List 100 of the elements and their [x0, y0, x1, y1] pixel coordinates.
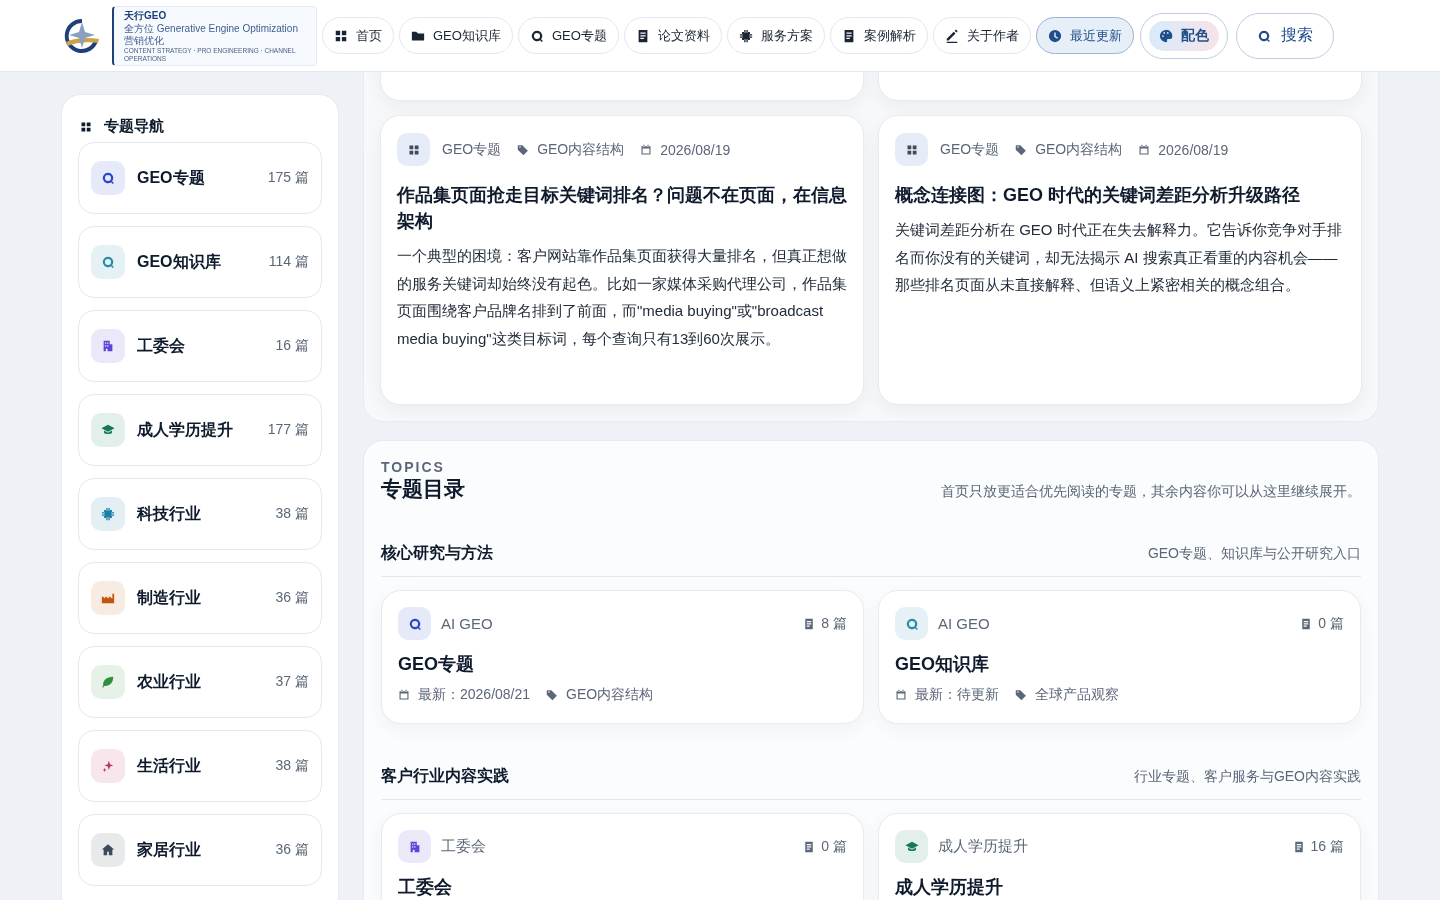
- topic-card[interactable]: 工委会 0 篇 工委会: [381, 813, 864, 900]
- sidebar-item[interactable]: 工委会 16 篇: [78, 310, 322, 382]
- article-count: 36 篇: [275, 589, 309, 607]
- sidebar-item[interactable]: GEO知识库 114 篇: [78, 226, 322, 298]
- sidebar-item[interactable]: 科技行业 38 篇: [78, 478, 322, 550]
- grid-icon: [905, 143, 918, 156]
- article-count: 177 篇: [267, 421, 309, 439]
- logo-name: 天行GEO: [124, 8, 168, 23]
- nav-tab[interactable]: 最近更新: [1035, 17, 1134, 54]
- article-card[interactable]: GEO专题 GEO内容结构 2026/08/19 作品集页面抢走目标关键词排名？问题不在页面，在信息架构 一个典型的困境：客户网站靠作品集页面获得大量排名，但真正想做的服务关键词却始终没有起色。比如一家媒体采购代理公司，作品集页面围绕客户品牌名排到了前面，而"media buying"或"broadcast media buying"这类目标词，每个查询只有13到60次展示。: [380, 115, 864, 405]
- palette-button[interactable]: 配色: [1139, 12, 1228, 59]
- topic-label: AI GEO: [441, 615, 493, 632]
- sidebar-item[interactable]: 农业行业 37 篇: [78, 646, 322, 718]
- group-title: 客户行业内容实践: [381, 766, 509, 786]
- article-excerpt: 关键词差距分析在 GEO 时代正在失去解释力。它告诉你竞争对手排名而你没有的关键词，却无法揭示 AI 搜索真正看重的内容机会——那些排名页面从未直接解释、但语义上紧密相关的概念组合。: [895, 220, 1343, 295]
- magnifier-icon: [529, 28, 544, 43]
- topic-name: 科技行业: [137, 503, 202, 524]
- calendar-icon: [640, 143, 653, 156]
- article-excerpt: 一个典型的困境：客户网站靠作品集页面获得大量排名，但真正想做的服务关键词却始终没有起色。比如一家媒体采购代理公司，作品集页面围绕客户品牌名排到了前面，而"media buying"或"broadcast media buying"这类目标词，每个查询只有13到60次展示。: [397, 246, 847, 349]
- document-icon: [1292, 840, 1305, 853]
- article-tag: GEO内容结构: [537, 140, 625, 159]
- topic-title: GEO知识库: [895, 653, 990, 676]
- topic-title: 成人学历提升: [895, 876, 1004, 899]
- article-date: 2026/08/19: [1158, 141, 1229, 158]
- pen-icon: [944, 28, 959, 43]
- nav-tab[interactable]: 首页: [322, 17, 394, 54]
- article-card[interactable]: GEO专题 GEO内容结构 2026/08/19 概念连接图：GEO 时代的关键词差距分析升级路径 关键词差距分析在 GEO 时代正在失去解释力。它告诉你竞争对手排名而你没有的关键词，却无法揭示 AI 搜索真正看重的内容机会——那些排名页面从未直接解释、但语义上紧密相关的概念组合。: [878, 115, 1362, 405]
- article-count: 37 篇: [275, 673, 309, 691]
- topic-card[interactable]: AI GEO 8 篇 GEO专题 最新：2026/08/21 GEO内容结构: [381, 590, 864, 724]
- topic-title: 工委会: [398, 876, 453, 899]
- topic-card[interactable]: AI GEO 0 篇 GEO知识库 最新：待更新 全球产品观察: [878, 590, 1361, 724]
- topic-label: 工委会: [441, 837, 486, 856]
- clock-icon: [1047, 28, 1062, 43]
- topic-name: GEO专题: [137, 167, 206, 188]
- topic-name: 成人学历提升: [137, 419, 234, 440]
- group-title: 核心研究与方法: [381, 543, 493, 563]
- article-count: 38 篇: [275, 757, 309, 775]
- topic-name: GEO知识库: [137, 251, 222, 272]
- section-title: 专题目录: [381, 476, 465, 502]
- calendar-icon: [1138, 143, 1151, 156]
- topic-label: AI GEO: [938, 615, 990, 632]
- topic-title: GEO专题: [398, 653, 475, 676]
- calendar-icon: [398, 689, 410, 701]
- sidebar-item[interactable]: 生活行业 38 篇: [78, 730, 322, 802]
- tag-icon: [546, 689, 559, 701]
- logo-tagline: 全方位 Generative Engine Optimization 营销优化: [124, 22, 299, 47]
- topic-name: 农业行业: [137, 671, 202, 692]
- topic-tag: 全球产品观察: [1035, 686, 1119, 704]
- calendar-icon: [895, 689, 907, 701]
- nav-tab[interactable]: 论文资料: [623, 17, 722, 54]
- article-title[interactable]: 概念连接图：GEO 时代的关键词差距分析升级路径: [895, 182, 1345, 208]
- topic-name: 制造行业: [137, 587, 202, 608]
- article-count: 36 篇: [275, 841, 309, 859]
- article-count: 0 篇: [821, 837, 847, 856]
- group-subtitle: GEO专题、知识库与公开研究入口: [1147, 544, 1361, 563]
- article-count: 16 篇: [1310, 837, 1344, 856]
- topic-name: 家居行业: [137, 839, 202, 860]
- latest-update: 最新：待更新: [915, 686, 999, 704]
- chip-icon: [738, 28, 753, 43]
- tag-icon: [517, 143, 530, 156]
- article-count: 0 篇: [1318, 614, 1344, 633]
- nav-tab[interactable]: GEO专题: [517, 17, 619, 54]
- latest-update: 最新：2026/08/21: [418, 686, 531, 704]
- article-count: 114 篇: [268, 253, 309, 271]
- palette-icon: [1158, 28, 1173, 43]
- article-count: 175 篇: [267, 169, 309, 187]
- article-count: 16 篇: [275, 337, 309, 355]
- sidebar-item[interactable]: 成人学历提升 177 篇: [78, 394, 322, 466]
- sidebar-item[interactable]: 家居行业 36 篇: [78, 814, 322, 886]
- document-icon: [803, 840, 816, 853]
- topic-name: 生活行业: [137, 755, 202, 776]
- group-subtitle: 行业专题、客户服务与GEO内容实践: [1133, 767, 1361, 786]
- topic-name: 工委会: [137, 335, 186, 356]
- article-category: GEO专题: [940, 140, 1000, 159]
- article-count: 38 篇: [275, 505, 309, 523]
- tag-icon: [1015, 143, 1028, 156]
- topic-label: 成人学历提升: [938, 837, 1028, 856]
- grid-icon: [334, 28, 348, 43]
- search-button[interactable]: 搜索: [1235, 12, 1334, 59]
- document-icon: [1300, 617, 1313, 630]
- topic-tag: GEO内容结构: [566, 686, 654, 704]
- grid-icon: [80, 120, 92, 133]
- nav-tab[interactable]: GEO知识库: [399, 17, 513, 54]
- section-description: 首页只放更适合优先阅读的专题，其余内容你可以从这里继续展开。: [941, 483, 1361, 501]
- nav-tab[interactable]: 案例解析: [829, 17, 928, 54]
- sidebar-item[interactable]: 制造行业 36 篇: [78, 562, 322, 634]
- article-tag: GEO内容结构: [1035, 140, 1123, 159]
- article-date: 2026/08/19: [660, 141, 731, 158]
- nav-tab[interactable]: 关于作者: [932, 17, 1031, 54]
- tag-icon: [1015, 689, 1027, 701]
- sidebar-title: 专题导航: [104, 117, 164, 136]
- document-icon: [803, 617, 816, 630]
- sidebar-item[interactable]: GEO专题 175 篇: [78, 142, 322, 214]
- section-eyebrow: TOPICS: [381, 459, 446, 475]
- article-title[interactable]: 作品集页面抢走目标关键词排名？问题不在页面，在信息架构: [397, 182, 847, 234]
- article-count: 8 篇: [821, 614, 847, 633]
- search-icon: [1256, 28, 1271, 43]
- grid-icon: [407, 143, 420, 156]
- topic-card[interactable]: 成人学历提升 16 篇 成人学历提升: [878, 813, 1361, 900]
- nav-tab[interactable]: 服务方案: [726, 17, 825, 54]
